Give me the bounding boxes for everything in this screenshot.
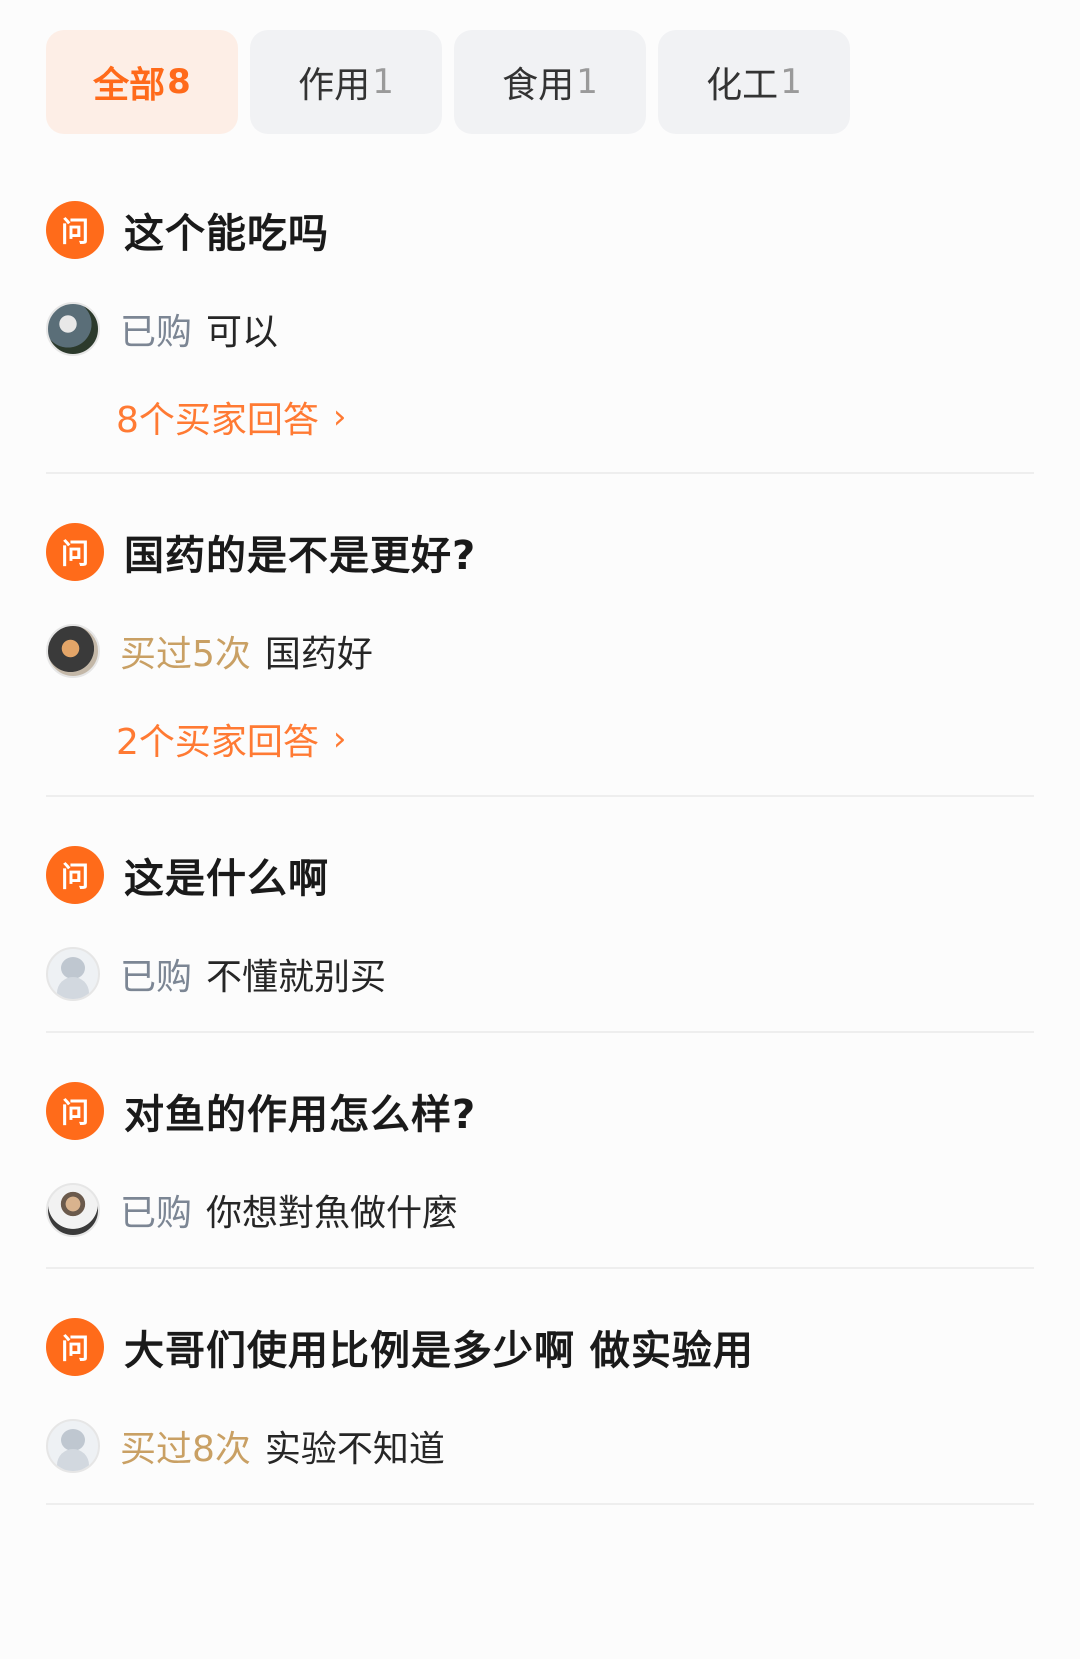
tab-all[interactable]: 全部 8 [46, 30, 238, 134]
tab-label: 化工 [706, 65, 779, 106]
question-item[interactable]: 问 这是什么啊 已购 不懂就别买 [46, 840, 1034, 1006]
question-item[interactable]: 问 这个能吃吗 已购 可以 8个买家回答 › [46, 195, 1034, 445]
tab-count: 8 [167, 62, 191, 102]
question-badge: 问 [46, 523, 104, 581]
answer-text: 实验不知道 [264, 1429, 445, 1470]
buyer-tag: 买过8次 [120, 1429, 251, 1470]
tab-label: 全部 [93, 65, 166, 106]
more-answers-label: 8个买家回答 [116, 400, 319, 441]
tab-effect[interactable]: 作用 1 [250, 30, 442, 134]
divider [46, 1031, 1034, 1033]
divider [46, 1503, 1034, 1505]
question-badge: 问 [46, 201, 104, 259]
more-answers-label: 2个买家回答 [116, 722, 319, 763]
answer-text: 国药好 [264, 634, 373, 675]
question-item[interactable]: 问 国药的是不是更好? 买过5次 国药好 2个买家回答 › [46, 517, 1034, 767]
tab-count: 1 [576, 62, 598, 102]
tab-label: 食用 [502, 65, 575, 106]
tab-count: 1 [372, 62, 394, 102]
more-answers-link[interactable]: 2个买家回答 › [116, 711, 347, 767]
tab-edible[interactable]: 食用 1 [454, 30, 646, 134]
question-item[interactable]: 问 大哥们使用比例是多少啊 做实验用 买过8次 实验不知道 [46, 1312, 1034, 1478]
more-answers-link[interactable]: 8个买家回答 › [116, 389, 347, 445]
answer-text: 可以 [206, 312, 279, 353]
question-text: 对鱼的作用怎么样? [124, 1092, 477, 1138]
avatar [46, 624, 100, 678]
divider [46, 795, 1034, 797]
chevron-right-icon: › [332, 397, 347, 437]
question-item[interactable]: 问 对鱼的作用怎么样? 已购 你想對魚做什麼 [46, 1076, 1034, 1242]
question-text: 这是什么啊 [124, 856, 329, 902]
question-badge: 问 [46, 846, 104, 904]
question-text: 大哥们使用比例是多少啊 做实验用 [124, 1328, 754, 1374]
buyer-tag: 已购 [120, 1193, 193, 1234]
question-badge: 问 [46, 1318, 104, 1376]
avatar [46, 1419, 100, 1473]
question-text: 国药的是不是更好? [124, 533, 477, 579]
tab-label: 作用 [298, 65, 371, 106]
tab-count: 1 [780, 62, 802, 102]
buyer-tag: 已购 [120, 957, 193, 998]
avatar [46, 302, 100, 356]
question-badge: 问 [46, 1082, 104, 1140]
question-text: 这个能吃吗 [124, 211, 329, 257]
avatar [46, 1183, 100, 1237]
buyer-tag: 已购 [120, 312, 193, 353]
answer-text: 你想對魚做什麼 [206, 1193, 459, 1234]
buyer-tag: 买过5次 [120, 634, 251, 675]
avatar [46, 947, 100, 1001]
chevron-right-icon: › [332, 719, 347, 759]
divider [46, 1267, 1034, 1269]
tab-chemical[interactable]: 化工 1 [658, 30, 850, 134]
divider [46, 472, 1034, 474]
category-tabs: 全部 8 作用 1 食用 1 化工 1 [46, 30, 850, 134]
answer-text: 不懂就别买 [206, 957, 387, 998]
